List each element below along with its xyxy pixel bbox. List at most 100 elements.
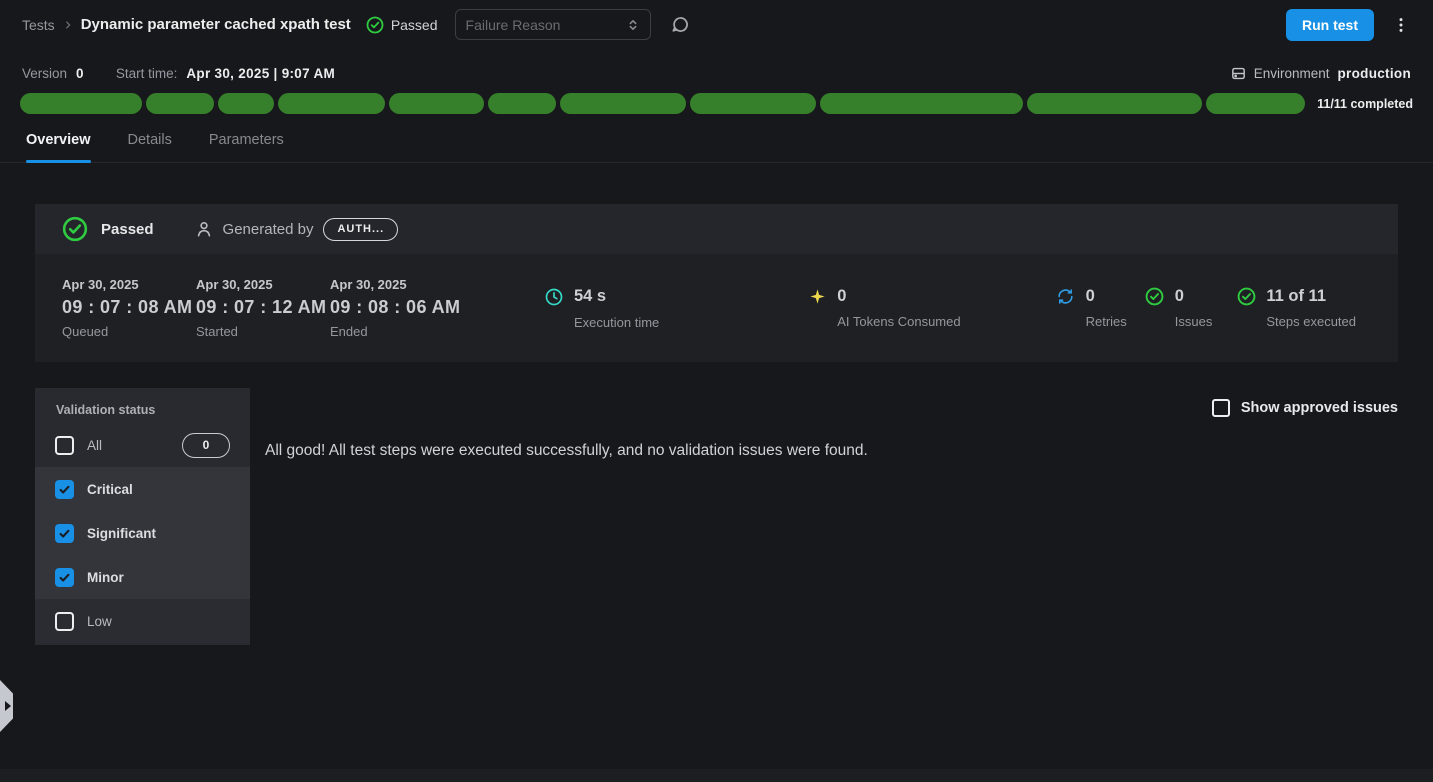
execution-time-label: Execution time [574,315,659,330]
environment-icon [1230,65,1247,82]
start-time-value: Apr 30, 2025 | 9:07 AM [186,66,335,81]
failure-reason-select[interactable]: Failure Reason [455,9,651,40]
checkbox-low[interactable] [55,612,74,631]
steps-executed-value: 11 of 11 [1266,287,1326,306]
filter-all[interactable]: All 0 [35,423,250,467]
stat-steps-executed: 11 of 11 Steps executed [1236,287,1356,329]
stat-issues: 0 Issues [1145,287,1213,329]
validation-status-panel: Validation status All 0 Critical Signifi… [35,388,250,645]
issues-label: Issues [1175,314,1213,329]
ai-tokens-value: 0 [837,287,846,306]
progress-segment [389,93,483,114]
filter-low-label: Low [87,614,112,629]
execution-time-value: 54 s [574,287,606,306]
filter-low[interactable]: Low [35,599,250,643]
progress-row: 11/11 completed [0,93,1433,114]
person-icon [194,219,214,239]
check-circle-icon [366,16,384,34]
progress-segment [560,93,686,114]
issues-main-area: Show approved issues All good! All test … [250,388,1398,460]
progress-segment [1027,93,1202,114]
progress-segment [488,93,557,114]
filter-all-label: All [87,438,102,453]
breadcrumb-tests[interactable]: Tests [22,17,55,33]
stat-retries: 0 Retries [1056,287,1127,329]
comment-bubble-icon[interactable] [670,14,691,35]
stat-execution-time: 54 s Execution time [544,287,659,330]
check-circle-icon [62,216,88,242]
ended-label: Ended [330,324,464,339]
checkbox-all[interactable] [55,436,74,455]
retries-value: 0 [1086,287,1095,306]
timeline-ended: Apr 30, 2025 09 : 08 : 06 AM Ended [330,277,464,339]
checkbox-minor[interactable] [55,568,74,587]
queued-date: Apr 30, 2025 [62,277,196,292]
sidebar-expand-handle[interactable] [0,680,13,732]
progress-segment [218,93,274,114]
top-bar: Tests Dynamic parameter cached xpath tes… [0,0,1433,49]
started-time: 09 : 07 : 12 AM [196,297,330,318]
meta-row: Version 0 Start time: Apr 30, 2025 | 9:0… [0,58,1433,88]
bottom-scrollbar-track[interactable] [0,769,1433,782]
generated-by-badge[interactable]: AUTH... [323,218,398,241]
progress-bar [20,93,1305,114]
ended-date: Apr 30, 2025 [330,277,464,292]
issues-value: 0 [1175,287,1184,306]
environment-label: Environment [1254,66,1330,81]
issues-section: Validation status All 0 Critical Signifi… [0,388,1433,645]
checkbox-critical[interactable] [55,480,74,499]
generated-by-label: Generated by [223,221,314,238]
timeline-started: Apr 30, 2025 09 : 07 : 12 AM Started [196,277,330,339]
status-badge: Passed [366,16,438,34]
ended-time: 09 : 08 : 06 AM [330,297,464,318]
run-test-button[interactable]: Run test [1286,9,1374,41]
page-title: Dynamic parameter cached xpath test [81,16,351,33]
progress-segment [820,93,1023,114]
status-label: Passed [391,17,438,33]
steps-executed-label: Steps executed [1266,314,1356,329]
validation-status-title: Validation status [35,388,250,417]
filter-all-count-badge: 0 [182,433,230,458]
version-label: Version [22,66,67,81]
summary-card: Passed Generated by AUTH... Apr 30, 2025… [35,204,1398,362]
filter-critical-label: Critical [87,482,133,497]
checkbox-show-approved[interactable] [1212,399,1230,417]
sparkle-icon [807,288,827,305]
progress-segment [20,93,142,114]
stat-ai-tokens: 0 AI Tokens Consumed [807,287,960,329]
result-status-label: Passed [101,221,154,238]
filter-minor[interactable]: Minor [35,555,250,599]
chevron-right-icon [5,701,11,711]
checkbox-significant[interactable] [55,524,74,543]
queued-label: Queued [62,324,196,339]
chevron-right-icon [63,20,73,30]
failure-reason-placeholder: Failure Reason [466,17,626,33]
show-approved-issues-toggle[interactable]: Show approved issues [1212,399,1398,417]
filter-significant[interactable]: Significant [35,511,250,555]
summary-card-header: Passed Generated by AUTH... [35,204,1398,254]
started-label: Started [196,324,330,339]
filter-critical[interactable]: Critical [35,467,250,511]
filter-minor-label: Minor [87,570,124,585]
kebab-menu-icon[interactable] [1391,15,1411,35]
ai-tokens-label: AI Tokens Consumed [837,314,960,329]
filter-significant-label: Significant [87,526,156,541]
sync-icon [1056,287,1076,306]
progress-segment [1206,93,1305,114]
timeline-queued: Apr 30, 2025 09 : 07 : 08 AM Queued [62,277,196,339]
started-date: Apr 30, 2025 [196,277,330,292]
progress-segment [278,93,385,114]
clock-icon [544,287,564,307]
retries-label: Retries [1086,314,1127,329]
show-approved-issues-label: Show approved issues [1241,400,1398,416]
severity-group: Critical Significant Minor [35,467,250,599]
start-time-label: Start time: [116,66,178,81]
tab-details[interactable]: Details [128,132,172,162]
tab-overview[interactable]: Overview [26,132,91,162]
version-value: 0 [76,66,84,81]
chevron-updown-icon [626,18,640,32]
check-circle-icon [1236,287,1256,306]
tab-parameters[interactable]: Parameters [209,132,284,162]
progress-segment [690,93,815,114]
summary-card-body: Apr 30, 2025 09 : 07 : 08 AM Queued Apr … [35,254,1398,362]
